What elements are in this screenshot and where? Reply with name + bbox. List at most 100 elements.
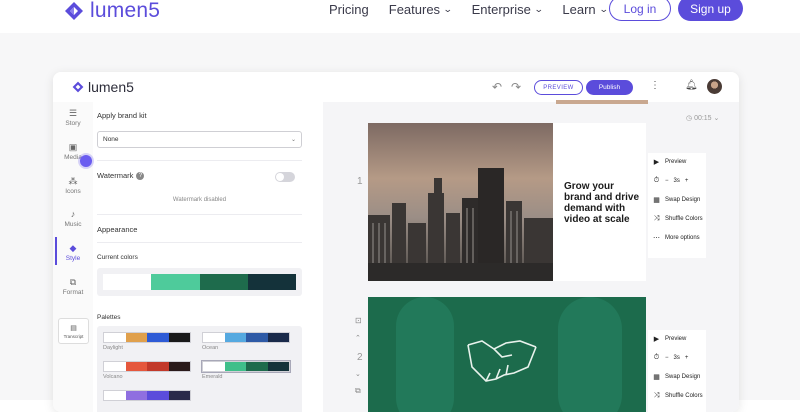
nav-learn-label: Learn bbox=[562, 2, 596, 17]
editor-logo-text: lumen5 bbox=[88, 79, 134, 95]
divider bbox=[97, 242, 302, 243]
color-swatch bbox=[125, 333, 147, 342]
sidebar-item-format[interactable]: ⧉ Format bbox=[53, 277, 93, 297]
timer-icon: ⏱︎ bbox=[653, 354, 660, 361]
decrement-button[interactable]: − bbox=[665, 355, 669, 361]
swap-design-option[interactable]: ▦ Swap Design bbox=[653, 196, 700, 204]
palette-name: Volcano bbox=[103, 374, 123, 380]
brand-kit-label: Apply brand kit bbox=[97, 111, 147, 120]
sidebar-item-story[interactable]: ☰ Story bbox=[53, 108, 93, 128]
lumen5-logo-icon bbox=[65, 2, 83, 20]
city-photo bbox=[368, 123, 553, 281]
duration-stepper[interactable]: ⏱︎ −3s + bbox=[653, 177, 689, 185]
transcript-button[interactable]: ▤ Transcript bbox=[58, 318, 89, 344]
sidebar-item-music[interactable]: ♪ Music bbox=[53, 210, 93, 229]
chevron-down-icon: ⌄ bbox=[290, 137, 296, 143]
palette-swatch-strip bbox=[201, 360, 291, 373]
color-swatch-row bbox=[103, 274, 296, 290]
undo-icon[interactable]: ↶ bbox=[492, 80, 502, 94]
scene-2[interactable] bbox=[368, 297, 646, 412]
color-swatch bbox=[104, 333, 126, 342]
color-swatch[interactable] bbox=[247, 274, 296, 290]
scene-canvas: ◷ 00:15 ⌄ 1 Grow your brand and drive de… bbox=[323, 100, 739, 412]
color-swatch bbox=[224, 333, 246, 342]
sidebar-item-label: Music bbox=[64, 221, 82, 228]
nav-enterprise[interactable]: Enterprise ⌄ bbox=[472, 2, 544, 17]
increment-button[interactable]: + bbox=[685, 355, 689, 361]
decrement-button[interactable]: − bbox=[665, 178, 669, 184]
site-logo-text: lumen5 bbox=[90, 0, 161, 22]
chevron-up-icon[interactable]: ⌃ bbox=[355, 334, 361, 342]
more-options-label: More options bbox=[665, 235, 700, 241]
palette-name: Ocean bbox=[202, 345, 219, 351]
color-swatch[interactable] bbox=[199, 274, 248, 290]
editor-logo[interactable]: lumen5 bbox=[72, 79, 134, 95]
palette-option[interactable]: Volcano bbox=[103, 361, 191, 380]
brand-kit-select[interactable]: None ⌄ bbox=[97, 131, 302, 148]
preview-option[interactable]: ▶ Preview bbox=[653, 335, 687, 343]
login-button[interactable]: Log in bbox=[609, 0, 671, 21]
shapes-icon: ⁂ bbox=[68, 176, 78, 186]
scene-headline[interactable]: Grow your brand and drive demand with vi… bbox=[564, 181, 644, 225]
nav-features-label: Features bbox=[388, 2, 441, 17]
palette-option[interactable] bbox=[103, 390, 191, 401]
color-swatch bbox=[168, 333, 190, 342]
palette-option[interactable]: Ocean bbox=[202, 332, 290, 351]
publish-button[interactable]: Publish bbox=[586, 80, 633, 95]
style-panel: Apply brand kit None ⌄ Watermark? Waterm… bbox=[93, 102, 328, 412]
more-options[interactable]: ⋯ More options bbox=[653, 234, 700, 242]
nav-learn[interactable]: Learn ⌄ bbox=[562, 2, 608, 17]
color-swatch bbox=[267, 333, 289, 342]
palette-option[interactable]: Emerald bbox=[201, 360, 291, 380]
transcript-label: Transcript bbox=[63, 333, 84, 339]
sidebar-item-label: Style bbox=[65, 255, 81, 262]
preview-option-label: Preview bbox=[665, 336, 687, 342]
color-swatch bbox=[147, 333, 169, 342]
drag-handle[interactable] bbox=[80, 155, 92, 167]
swap-design-option[interactable]: ▦ Swap Design bbox=[653, 373, 700, 381]
play-icon: ▶ bbox=[653, 159, 660, 166]
grid-icon: ▦ bbox=[653, 374, 660, 381]
nav-pricing[interactable]: Pricing bbox=[329, 2, 369, 17]
bell-icon[interactable]: 🔔︎ bbox=[685, 80, 698, 91]
format-icon: ⧉ bbox=[69, 277, 77, 287]
increment-button[interactable]: + bbox=[685, 178, 689, 184]
duplicate-icon[interactable]: ⧉ bbox=[355, 386, 361, 396]
appearance-label: Appearance bbox=[97, 225, 138, 234]
chevron-down-icon[interactable]: ⌄ bbox=[355, 370, 361, 378]
image-icon: ▣ bbox=[68, 142, 78, 152]
site-nav: Pricing Features ⌄ Enterprise ⌄ Learn ⌄ bbox=[329, 2, 608, 17]
color-swatch[interactable] bbox=[151, 274, 200, 290]
timer: ◷ 00:15 ⌄ bbox=[686, 114, 719, 122]
redo-icon[interactable]: ↷ bbox=[511, 80, 521, 94]
palette-swatch-strip bbox=[103, 390, 191, 401]
nav-features[interactable]: Features ⌄ bbox=[388, 2, 453, 17]
duration-stepper[interactable]: ⏱︎ −3s + bbox=[653, 354, 689, 362]
help-icon[interactable]: ? bbox=[136, 172, 145, 181]
sidebar-item-icons[interactable]: ⁂ Icons bbox=[53, 176, 93, 196]
watermark-toggle[interactable] bbox=[275, 172, 295, 182]
color-swatch[interactable] bbox=[103, 274, 152, 290]
color-swatch bbox=[168, 391, 190, 400]
site-logo[interactable]: lumen5 bbox=[64, 0, 160, 22]
preview-option[interactable]: ▶ Preview bbox=[653, 158, 687, 166]
more-vert-icon[interactable]: ⋮ bbox=[650, 80, 660, 91]
palette-option[interactable]: Daylight bbox=[103, 332, 191, 351]
shuffle-colors-option[interactable]: ⤨ Shuffle Colors bbox=[653, 215, 703, 223]
scene-media-icon[interactable]: ⊡ bbox=[355, 316, 362, 325]
color-swatch bbox=[246, 362, 268, 371]
grid-icon: ▦ bbox=[653, 197, 660, 204]
signup-button[interactable]: Sign up bbox=[678, 0, 743, 21]
preview-button[interactable]: PREVIEW bbox=[534, 80, 583, 95]
nav-pricing-label: Pricing bbox=[329, 2, 369, 17]
document-icon: ☰ bbox=[68, 108, 78, 118]
shuffle-colors-option[interactable]: ⤨ Shuffle Colors bbox=[653, 392, 703, 400]
scene-1[interactable]: Grow your brand and drive demand with vi… bbox=[368, 123, 646, 281]
current-colors-swatches[interactable] bbox=[97, 268, 302, 296]
sidebar-item-style[interactable]: ◆ Style bbox=[53, 244, 93, 263]
color-swatch bbox=[104, 362, 126, 371]
clock-icon: ◷ bbox=[686, 115, 693, 122]
avatar[interactable] bbox=[707, 79, 722, 94]
previous-scene-edge bbox=[556, 100, 648, 104]
timer-icon: ⏱︎ bbox=[653, 177, 660, 184]
